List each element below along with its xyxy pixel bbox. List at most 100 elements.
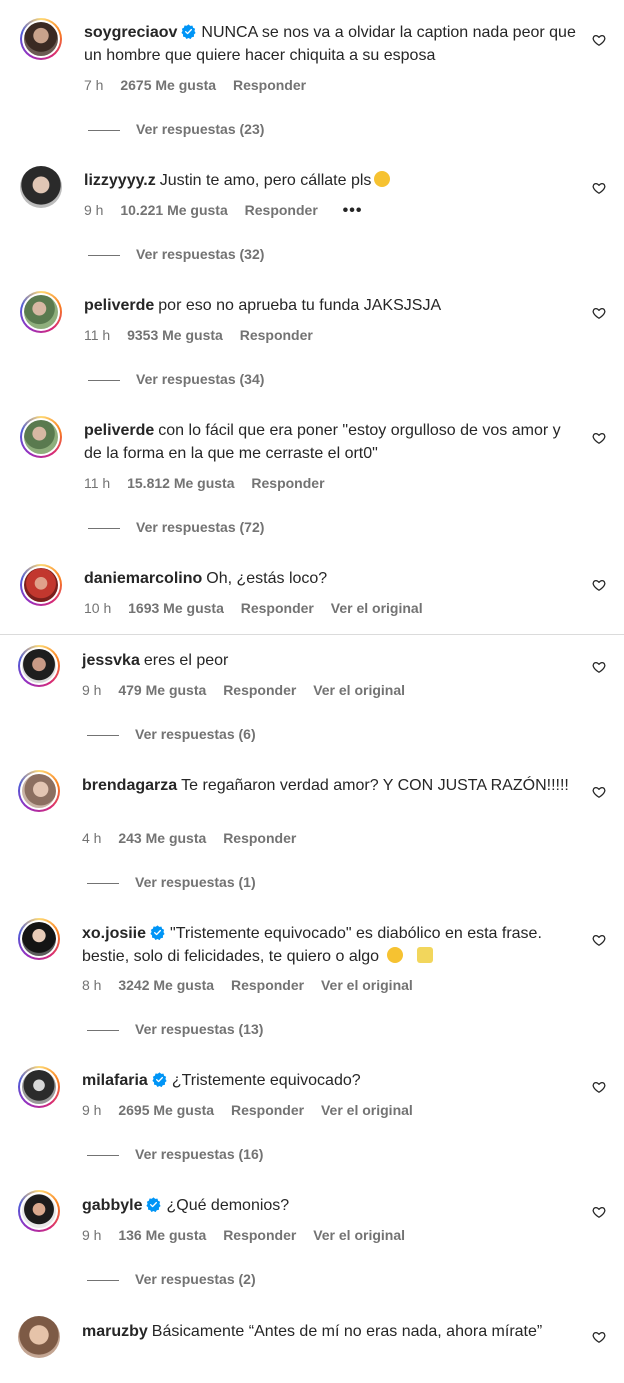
avatar[interactable] bbox=[18, 770, 60, 812]
heart-icon[interactable] bbox=[592, 1330, 606, 1344]
comment-meta: 9 h 2695 Me gusta Responder Ver el origi… bbox=[82, 1102, 426, 1118]
comment-text-block: lizzyyyy.z Justin te amo, pero cállate pl… bbox=[84, 169, 576, 192]
comment-text-block: brendagarza Te regañaron verdad amor? Y C… bbox=[82, 774, 576, 797]
likes-count[interactable]: 3242 Me gusta bbox=[118, 977, 214, 993]
reply-button[interactable]: Responder bbox=[251, 475, 324, 491]
username[interactable]: gabbyle bbox=[82, 1197, 142, 1214]
view-replies-button[interactable]: Ver respuestas (34) bbox=[88, 371, 264, 387]
username[interactable]: milafaria bbox=[82, 1072, 148, 1089]
username[interactable]: peliverde bbox=[84, 297, 154, 314]
see-original-button[interactable]: Ver el original bbox=[331, 600, 423, 616]
reply-button[interactable]: Responder bbox=[223, 1227, 296, 1243]
comment-meta: 9 h 136 Me gusta Responder Ver el origin… bbox=[82, 1227, 418, 1243]
view-replies-button[interactable]: Ver respuestas (2) bbox=[87, 1271, 256, 1287]
likes-count[interactable]: 2675 Me gusta bbox=[120, 77, 216, 93]
comment-text: ¿Tristemente equivocado? bbox=[171, 1072, 361, 1089]
username[interactable]: peliverde bbox=[84, 422, 154, 439]
timestamp: 11 h bbox=[84, 327, 111, 343]
view-replies-button[interactable]: Ver respuestas (23) bbox=[88, 121, 264, 137]
timestamp: 11 h bbox=[84, 475, 111, 491]
view-replies-label: Ver respuestas (1) bbox=[135, 874, 256, 890]
reply-button[interactable]: Responder bbox=[233, 77, 306, 93]
reply-button[interactable]: Responder bbox=[223, 830, 296, 846]
timestamp: 8 h bbox=[82, 977, 102, 993]
comment-text-block: jessvka eres el peor bbox=[82, 649, 576, 672]
heart-icon[interactable] bbox=[592, 431, 606, 445]
crying-face-emoji bbox=[374, 171, 391, 187]
comment-text-block: peliverde con lo fácil que era poner "est… bbox=[84, 419, 576, 465]
avatar[interactable] bbox=[20, 416, 62, 458]
username[interactable]: lizzyyyy.z bbox=[84, 172, 156, 189]
avatar[interactable] bbox=[20, 166, 62, 208]
likes-count[interactable]: 1693 Me gusta bbox=[128, 600, 224, 616]
avatar[interactable] bbox=[18, 1190, 60, 1232]
username[interactable]: jessvka bbox=[82, 652, 140, 669]
reply-button[interactable]: Responder bbox=[231, 977, 304, 993]
comment-text: ¿Qué demonios? bbox=[166, 1197, 290, 1214]
view-replies-label: Ver respuestas (13) bbox=[135, 1021, 264, 1037]
see-original-button[interactable]: Ver el original bbox=[321, 977, 413, 993]
reply-button[interactable]: Responder bbox=[245, 202, 318, 218]
reply-button[interactable]: Responder bbox=[241, 600, 314, 616]
reply-button[interactable]: Responder bbox=[231, 1102, 304, 1118]
likes-count[interactable]: 479 Me gusta bbox=[118, 682, 206, 698]
username[interactable]: daniemarcolino bbox=[84, 570, 202, 587]
timestamp: 7 h bbox=[84, 77, 104, 93]
reply-button[interactable]: Responder bbox=[223, 682, 296, 698]
heart-icon[interactable] bbox=[592, 181, 606, 195]
heart-icon[interactable] bbox=[592, 578, 606, 592]
view-replies-button[interactable]: Ver respuestas (32) bbox=[88, 246, 264, 262]
likes-count[interactable]: 9353 Me gusta bbox=[127, 327, 223, 343]
reply-button[interactable]: Responder bbox=[240, 327, 313, 343]
view-replies-label: Ver respuestas (32) bbox=[136, 246, 265, 262]
comment-text: con lo fácil que era poner "estoy orgull… bbox=[84, 422, 561, 462]
comment-text: eres el peor bbox=[143, 652, 229, 669]
dizzy-face-emoji bbox=[387, 947, 404, 963]
username[interactable]: soygreciaov bbox=[84, 24, 177, 41]
comment-text-block: gabbyle ¿Qué demonios? bbox=[82, 1194, 576, 1217]
likes-count[interactable]: 243 Me gusta bbox=[118, 830, 206, 846]
avatar[interactable] bbox=[20, 564, 62, 606]
likes-count[interactable]: 10.221 Me gusta bbox=[120, 202, 227, 218]
likes-count[interactable]: 15.812 Me gusta bbox=[127, 475, 234, 491]
more-options-icon[interactable]: ••• bbox=[343, 202, 363, 219]
see-original-button[interactable]: Ver el original bbox=[321, 1102, 413, 1118]
heart-icon[interactable] bbox=[592, 33, 606, 47]
heart-icon[interactable] bbox=[592, 1080, 606, 1094]
comment-meta: 9 h 10.221 Me gusta Responder ••• bbox=[84, 202, 375, 220]
username[interactable]: maruzby bbox=[82, 1323, 148, 1340]
verified-badge-icon bbox=[146, 1197, 161, 1212]
comment-meta: 4 h 243 Me gusta Responder bbox=[82, 830, 309, 846]
heart-icon[interactable] bbox=[592, 306, 606, 320]
see-original-button[interactable]: Ver el original bbox=[313, 1227, 405, 1243]
avatar[interactable] bbox=[20, 291, 62, 333]
view-replies-button[interactable]: Ver respuestas (13) bbox=[87, 1021, 263, 1037]
comment-text: Oh, ¿estás loco? bbox=[206, 570, 328, 587]
heart-icon[interactable] bbox=[592, 1205, 606, 1219]
avatar[interactable] bbox=[18, 1066, 60, 1108]
heart-icon[interactable] bbox=[592, 660, 606, 674]
verified-badge-icon bbox=[181, 24, 196, 39]
username[interactable]: brendagarza bbox=[82, 777, 177, 794]
verified-badge-icon bbox=[150, 925, 165, 940]
avatar[interactable] bbox=[18, 1316, 60, 1358]
avatar[interactable] bbox=[18, 645, 60, 687]
timestamp: 4 h bbox=[82, 830, 102, 846]
likes-count[interactable]: 136 Me gusta bbox=[118, 1227, 206, 1243]
replies-line bbox=[87, 1279, 119, 1281]
dizzy-emoji bbox=[417, 947, 434, 963]
likes-count[interactable]: 2695 Me gusta bbox=[118, 1102, 214, 1118]
view-replies-button[interactable]: Ver respuestas (72) bbox=[88, 519, 264, 535]
see-original-button[interactable]: Ver el original bbox=[313, 682, 405, 698]
comment-text-block: maruzby Básicamente “Antes de mí no eras … bbox=[82, 1320, 576, 1343]
avatar[interactable] bbox=[18, 918, 60, 960]
heart-icon[interactable] bbox=[592, 785, 606, 799]
view-replies-button[interactable]: Ver respuestas (1) bbox=[87, 874, 256, 890]
replies-line bbox=[88, 379, 120, 381]
username[interactable]: xo.josiie bbox=[82, 925, 146, 942]
replies-line bbox=[88, 254, 120, 256]
view-replies-button[interactable]: Ver respuestas (6) bbox=[87, 726, 256, 742]
view-replies-button[interactable]: Ver respuestas (16) bbox=[87, 1146, 263, 1162]
avatar[interactable] bbox=[20, 18, 62, 60]
heart-icon[interactable] bbox=[592, 933, 606, 947]
